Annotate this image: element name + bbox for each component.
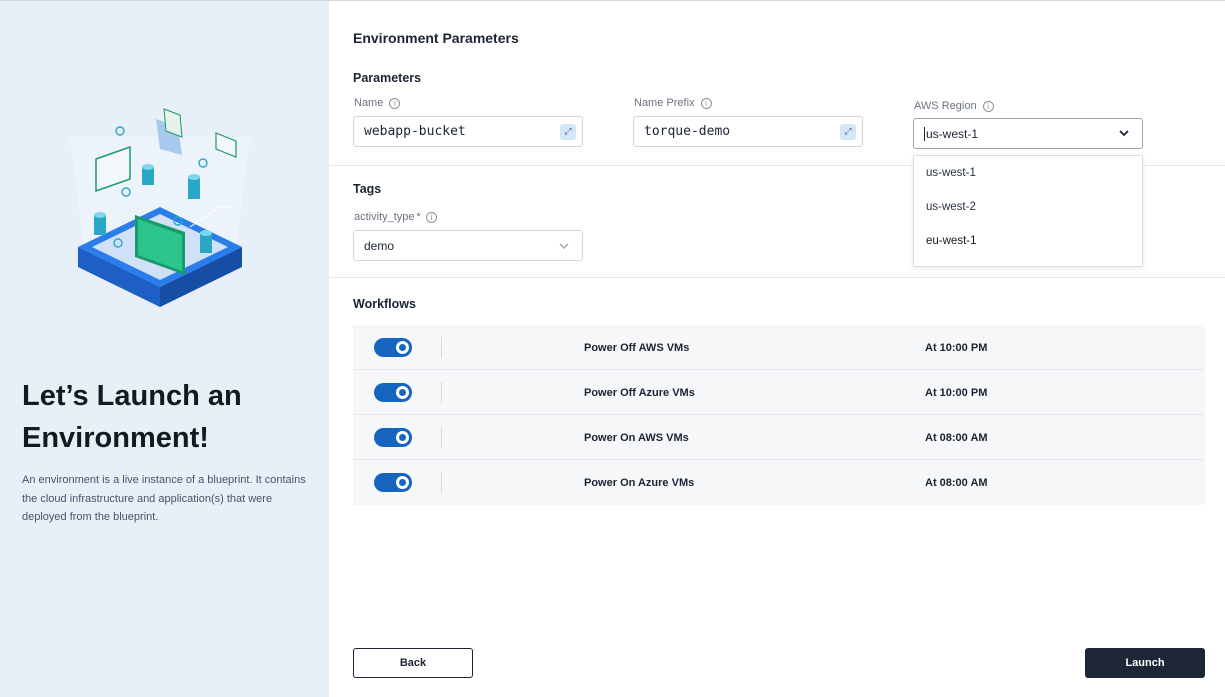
table-row: Power Off Azure VMs At 10:00 PM xyxy=(353,370,1205,415)
name-prefix-label: Name Prefix i xyxy=(634,97,712,109)
aws-region-label-text: AWS Region xyxy=(914,100,977,112)
workflow-schedule: At 08:00 AM xyxy=(925,431,988,444)
table-row: Power On AWS VMs At 08:00 AM xyxy=(353,415,1205,460)
workflow-name: Power Off AWS VMs xyxy=(584,341,690,354)
info-icon[interactable]: i xyxy=(700,97,712,109)
workflows-section-title: Workflows xyxy=(353,297,416,311)
column-divider xyxy=(441,382,442,403)
region-option[interactable]: eu-west-1 xyxy=(914,224,1142,258)
workflow-name: Power On AWS VMs xyxy=(584,431,689,444)
chevron-down-icon[interactable] xyxy=(1118,127,1130,139)
activity-type-value: demo xyxy=(364,238,395,253)
activity-type-label: activity_type * i xyxy=(354,211,437,223)
tags-section-title: Tags xyxy=(353,182,382,196)
workflow-toggle[interactable] xyxy=(374,338,412,357)
aws-region-label: AWS Region i xyxy=(914,100,994,112)
table-row: Power Off AWS VMs At 10:00 PM xyxy=(353,325,1205,370)
workflow-schedule: At 10:00 PM xyxy=(925,386,988,399)
workflows-table: Power Off AWS VMs At 10:00 PM Power Off … xyxy=(353,325,1205,505)
column-divider xyxy=(441,427,442,448)
parameters-form: Environment Parameters Parameters Name i… xyxy=(329,1,1225,697)
workflow-toggle[interactable] xyxy=(374,473,412,492)
workflow-toggle[interactable] xyxy=(374,428,412,447)
chevron-down-icon[interactable] xyxy=(558,240,570,252)
aws-region-dropdown: us-west-1 us-west-2 eu-west-1 xyxy=(913,155,1143,267)
aws-region-select[interactable]: us-west-1 xyxy=(913,118,1143,149)
info-icon[interactable]: i xyxy=(425,211,437,223)
required-mark: * xyxy=(416,211,421,223)
expand-icon[interactable]: ⤢ xyxy=(840,124,856,140)
column-divider xyxy=(441,337,442,358)
parameters-section-title: Parameters xyxy=(353,71,422,85)
workflow-schedule: At 10:00 PM xyxy=(925,341,988,354)
info-icon[interactable]: i xyxy=(982,100,994,112)
activity-type-select[interactable]: demo xyxy=(353,230,583,261)
hero-description: An environment is a live instance of a b… xyxy=(22,474,306,523)
aws-region-value: us-west-1 xyxy=(924,126,979,141)
launch-button[interactable]: Launch xyxy=(1085,648,1205,678)
workflow-toggle[interactable] xyxy=(374,383,412,402)
name-input-value: webapp-bucket xyxy=(364,124,466,139)
column-divider xyxy=(441,472,442,493)
launch-environment-page: Let’s Launch an Environment! An environm… xyxy=(0,0,1225,697)
back-button[interactable]: Back xyxy=(353,648,473,678)
name-prefix-label-text: Name Prefix xyxy=(634,97,695,109)
table-row: Power On Azure VMs At 08:00 AM xyxy=(353,460,1205,505)
name-input[interactable]: webapp-bucket ⤢ xyxy=(353,116,583,147)
activity-type-label-text: activity_type xyxy=(354,211,415,223)
workflow-name: Power Off Azure VMs xyxy=(584,386,695,399)
name-prefix-input[interactable]: torque-demo ⤢ xyxy=(633,116,863,147)
region-option[interactable]: us-west-1 xyxy=(914,156,1142,190)
environment-illustration xyxy=(70,108,250,307)
workflow-schedule: At 08:00 AM xyxy=(925,476,988,489)
hero-title: Let’s Launch an Environment! xyxy=(22,380,242,454)
info-icon[interactable]: i xyxy=(389,97,401,109)
name-prefix-input-value: torque-demo xyxy=(644,124,731,139)
workflow-name: Power On Azure VMs xyxy=(584,476,695,489)
name-label-text: Name xyxy=(354,97,384,109)
page-title: Environment Parameters xyxy=(353,30,519,46)
expand-icon[interactable]: ⤢ xyxy=(560,124,576,140)
region-option[interactable]: us-west-2 xyxy=(914,190,1142,224)
intro-panel: Let’s Launch an Environment! An environm… xyxy=(0,1,329,697)
section-divider xyxy=(329,277,1225,278)
name-label: Name i xyxy=(354,97,401,109)
